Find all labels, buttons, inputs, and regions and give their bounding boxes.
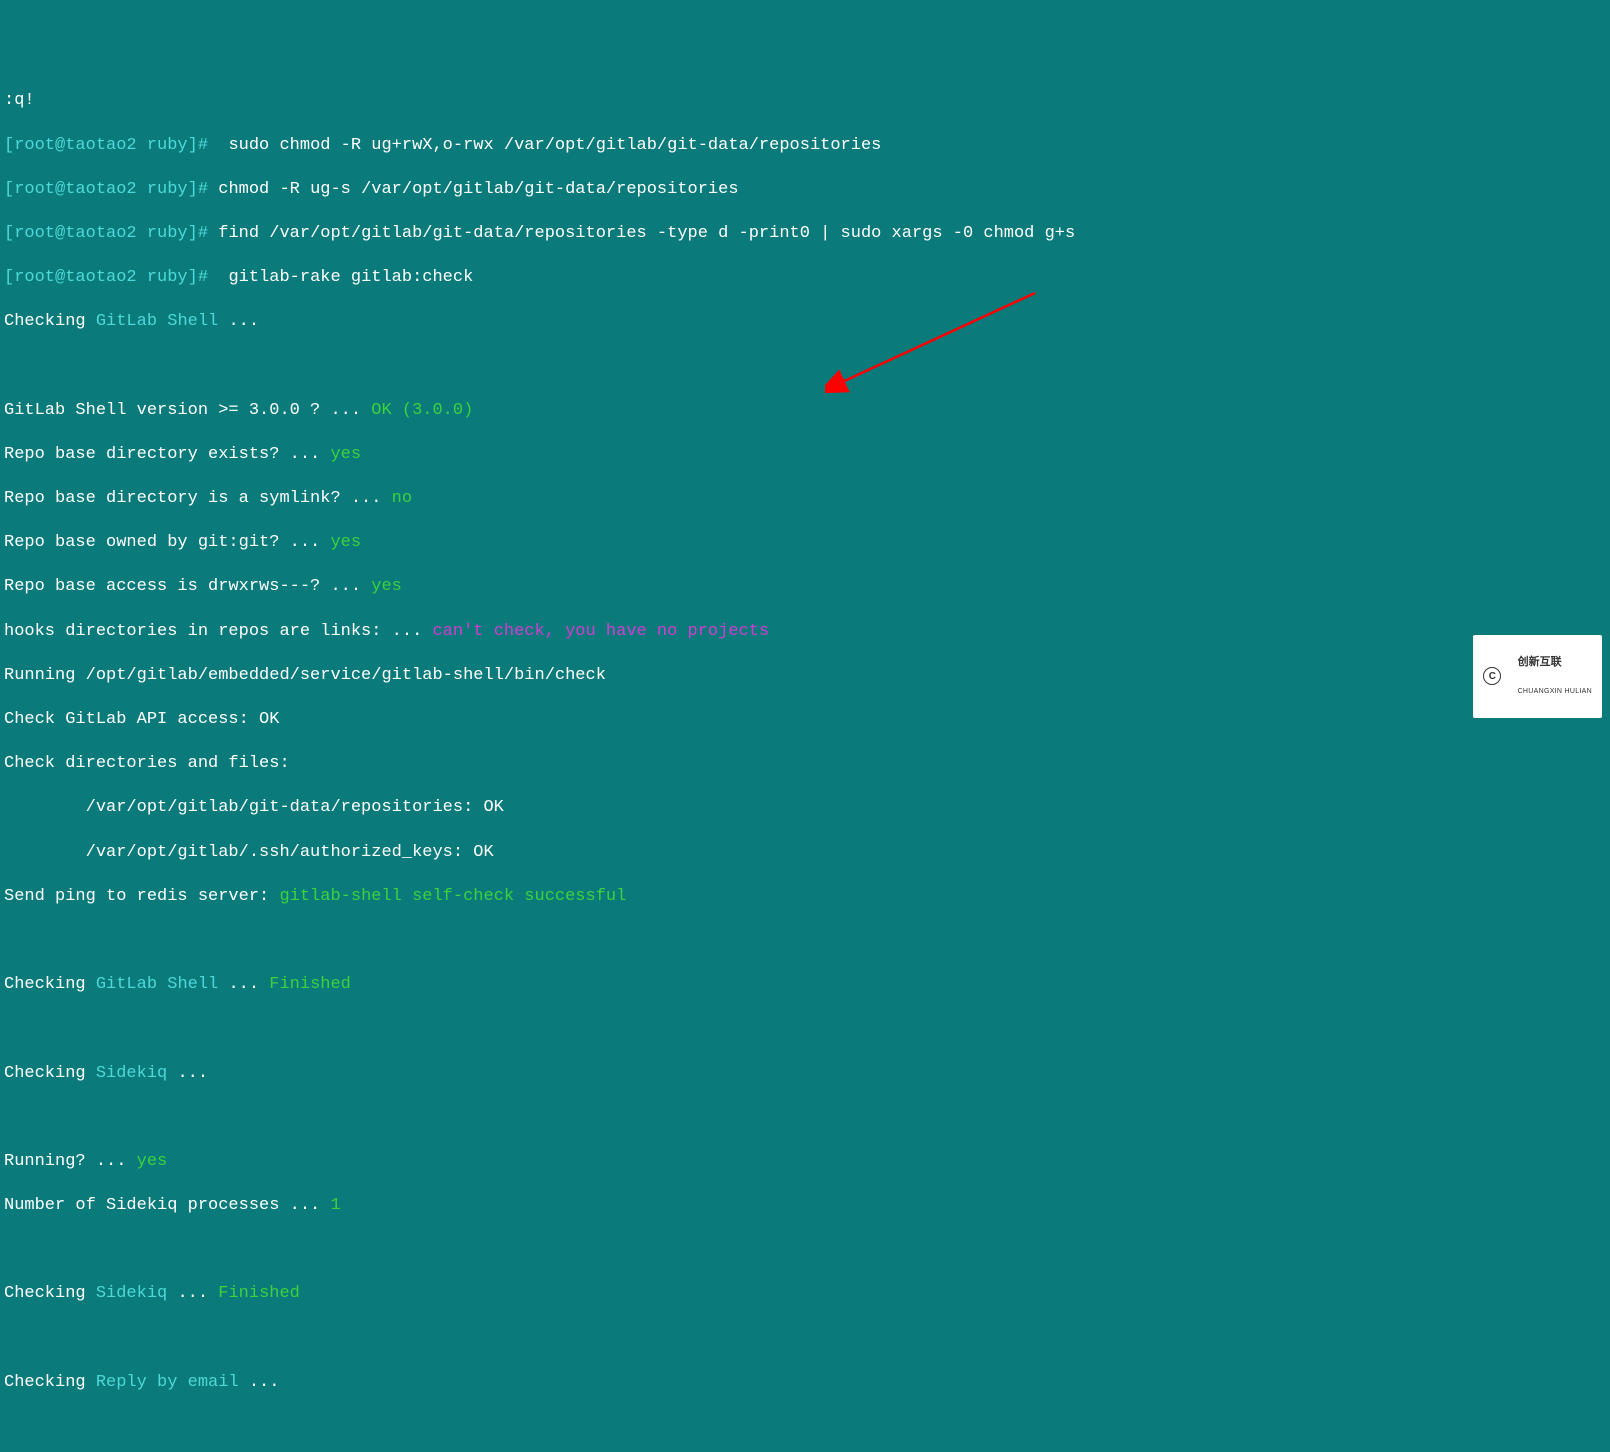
terminal-line: GitLab Shell version >= 3.0.0 ? ... OK (… xyxy=(4,400,1606,422)
terminal-line: Checking Reply by email ... xyxy=(4,1372,1606,1394)
command: sudo chmod -R ug+rwX,o-rwx /var/opt/gitl… xyxy=(208,136,881,155)
prompt: [root@taotao2 ruby]# xyxy=(4,180,208,199)
terminal-line: Checking GitLab Shell ... Finished xyxy=(4,974,1606,996)
annotation-arrow-icon xyxy=(825,285,1045,395)
watermark-sub: CHUANGXIN HULIAN xyxy=(1518,688,1592,695)
terminal-line: [root@taotao2 ruby]# find /var/opt/gitla… xyxy=(4,223,1606,245)
terminal-line: [root@taotao2 ruby]# sudo chmod -R ug+rw… xyxy=(4,135,1606,157)
terminal-line: :q! xyxy=(4,90,1606,112)
text: ... xyxy=(167,1284,208,1303)
text: GitLab Shell version >= 3.0.0 ? ... xyxy=(4,401,371,420)
text: /var/opt/gitlab/.ssh/authorized_keys: OK xyxy=(4,843,494,862)
terminal-line: /var/opt/gitlab/.ssh/authorized_keys: OK xyxy=(4,842,1606,864)
text: Sidekiq xyxy=(96,1064,167,1083)
text: Repo base owned by git:git? ... xyxy=(4,533,330,552)
command: find /var/opt/gitlab/git-data/repositori… xyxy=(208,224,1075,243)
terminal-line: [root@taotao2 ruby]# chmod -R ug-s /var/… xyxy=(4,179,1606,201)
status-finished: Finished xyxy=(218,1284,300,1303)
text: ... xyxy=(218,975,259,994)
text: Check directories and files: xyxy=(4,754,290,773)
terminal-line: Repo base directory is a symlink? ... no xyxy=(4,488,1606,510)
text: :q! xyxy=(4,91,35,110)
terminal-line: Running? ... yes xyxy=(4,1151,1606,1173)
status-yes: yes xyxy=(330,533,361,552)
prompt: [root@taotao2 ruby]# xyxy=(4,136,208,155)
terminal-line: Check GitLab API access: OK xyxy=(4,709,1606,731)
text: Running /opt/gitlab/embedded/service/git… xyxy=(4,666,606,685)
status-no: no xyxy=(392,489,412,508)
terminal-line: Checking Sidekiq ... xyxy=(4,1063,1606,1085)
text: hooks directories in repos are links: ..… xyxy=(4,622,432,641)
status-yes: yes xyxy=(371,577,402,596)
watermark-logo-icon: C xyxy=(1483,667,1501,685)
text: Checking xyxy=(4,1373,96,1392)
text: ... xyxy=(218,312,259,331)
text: GitLab Shell xyxy=(96,312,218,331)
text: Checking xyxy=(4,1284,96,1303)
prompt: [root@taotao2 ruby]# xyxy=(4,224,208,243)
status-yes: yes xyxy=(137,1152,168,1171)
prompt: [root@taotao2 ruby]# xyxy=(4,268,208,287)
terminal-line xyxy=(4,1328,1606,1350)
terminal-line xyxy=(4,1018,1606,1040)
terminal-line: Checking GitLab Shell ... xyxy=(4,311,1606,333)
text: /var/opt/gitlab/git-data/repositories: O… xyxy=(4,798,504,817)
status-yes: yes xyxy=(330,445,361,464)
command: chmod -R ug-s /var/opt/gitlab/git-data/r… xyxy=(208,180,739,199)
terminal-line xyxy=(4,930,1606,952)
terminal-line: Checking Sidekiq ... Finished xyxy=(4,1283,1606,1305)
status-warn: can't check, you have no projects xyxy=(432,622,769,641)
text: Checking xyxy=(4,975,96,994)
text: Repo base directory is a symlink? ... xyxy=(4,489,392,508)
terminal-line xyxy=(4,1416,1606,1438)
status-count: 1 xyxy=(330,1196,340,1215)
text: Send ping to redis server: xyxy=(4,887,279,906)
terminal-line xyxy=(4,1239,1606,1261)
status-ok: OK (3.0.0) xyxy=(371,401,473,420)
terminal-line: Repo base access is drwxrws---? ... yes xyxy=(4,576,1606,598)
text: Checking xyxy=(4,312,96,331)
watermark-text: 创新互联 xyxy=(1518,656,1562,668)
terminal-line: Number of Sidekiq processes ... 1 xyxy=(4,1195,1606,1217)
text: Sidekiq xyxy=(96,1284,167,1303)
terminal-line: /var/opt/gitlab/git-data/repositories: O… xyxy=(4,797,1606,819)
text: Reply by email xyxy=(96,1373,239,1392)
text: Checking xyxy=(4,1064,96,1083)
terminal-line xyxy=(4,1107,1606,1129)
terminal-line: Send ping to redis server: gitlab-shell … xyxy=(4,886,1606,908)
terminal-line xyxy=(4,356,1606,378)
terminal-line: hooks directories in repos are links: ..… xyxy=(4,621,1606,643)
watermark: C 创新互联 CHUANGXIN HULIAN xyxy=(1473,635,1602,718)
text: GitLab Shell xyxy=(96,975,218,994)
text: ... xyxy=(167,1064,208,1083)
status-success: gitlab-shell self-check successful xyxy=(279,887,626,906)
text: Running? ... xyxy=(4,1152,137,1171)
command: gitlab-rake gitlab:check xyxy=(208,268,473,287)
text: Number of Sidekiq processes ... xyxy=(4,1196,330,1215)
text: Repo base directory exists? ... xyxy=(4,445,330,464)
terminal-line: Repo base directory exists? ... yes xyxy=(4,444,1606,466)
text: Check GitLab API access: OK xyxy=(4,710,279,729)
terminal-line: Running /opt/gitlab/embedded/service/git… xyxy=(4,665,1606,687)
text: ... xyxy=(239,1373,280,1392)
text: Repo base access is drwxrws---? ... xyxy=(4,577,371,596)
terminal-line: [root@taotao2 ruby]# gitlab-rake gitlab:… xyxy=(4,267,1606,289)
status-finished: Finished xyxy=(269,975,351,994)
terminal-line: Check directories and files: xyxy=(4,753,1606,775)
terminal-line: Repo base owned by git:git? ... yes xyxy=(4,532,1606,554)
